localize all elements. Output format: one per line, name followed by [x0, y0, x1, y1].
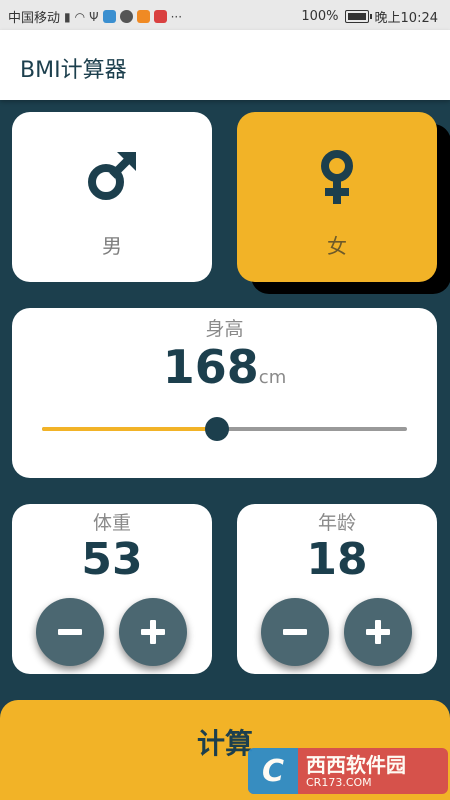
gender-card-female[interactable]: 女 — [237, 112, 437, 282]
age-label: 年龄 — [317, 512, 356, 534]
age-decrease-button[interactable] — [261, 598, 329, 666]
watermark-logo: C 西西软件园 CR173.COM — [248, 748, 448, 794]
age-card: 年龄 18 — [237, 504, 437, 674]
app-notification-icon — [153, 10, 167, 23]
slider-fill — [42, 427, 218, 431]
watermark-text: 西西软件园 CR173.COM — [298, 754, 406, 789]
age-value: 18 — [306, 534, 368, 585]
status-bar: 中国移动 ▮ ◠ Ψ ··· 100% 晚上10:24 — [0, 0, 450, 30]
more-notifications-icon: ··· — [170, 9, 183, 24]
male-label: 男 — [102, 234, 122, 258]
battery-icon — [344, 10, 372, 23]
weight-label: 体重 — [92, 512, 131, 534]
battery-percent: 100% — [301, 9, 339, 24]
height-value-row: 168cm — [12, 340, 437, 394]
female-label: 女 — [327, 234, 347, 258]
main-content: 男 女 身高 168cm 体重 53 年龄 18 计算 — [0, 100, 450, 800]
plus-icon — [366, 620, 390, 644]
wifi-icon: ◠ — [74, 9, 86, 24]
clock: 晚上10:24 — [374, 11, 438, 26]
weight-decrease-button[interactable] — [36, 598, 104, 666]
signal-icon: ▮ — [64, 9, 71, 24]
app-notification-icon — [136, 10, 150, 23]
height-unit: cm — [258, 367, 287, 388]
height-label: 身高 — [205, 318, 244, 340]
gender-card-male[interactable]: 男 — [12, 112, 212, 282]
watermark-name: 西西软件园 — [306, 752, 406, 777]
male-icon — [12, 148, 212, 204]
calculate-label: 计算 — [196, 728, 253, 759]
minus-icon — [58, 629, 82, 635]
minus-icon — [283, 629, 307, 635]
app-bar: BMI计算器 — [0, 30, 450, 100]
age-increase-button[interactable] — [344, 598, 412, 666]
height-value: 168 — [162, 340, 259, 394]
carrier-text: 中国移动 — [8, 11, 61, 26]
watermark-url: CR173.COM — [306, 775, 372, 789]
plus-icon — [141, 620, 165, 644]
status-left: 中国移动 ▮ ◠ Ψ ··· — [8, 7, 183, 27]
weight-increase-button[interactable] — [119, 598, 187, 666]
app-title: BMI计算器 — [20, 58, 127, 83]
app-notification-icon — [102, 10, 116, 23]
female-icon — [237, 148, 437, 204]
slider-thumb[interactable] — [205, 417, 230, 441]
status-right: 100% 晚上10:24 — [301, 7, 438, 26]
height-slider[interactable] — [42, 414, 407, 444]
app-notification-icon — [119, 10, 133, 23]
weight-card: 体重 53 — [12, 504, 212, 674]
watermark-c-icon: C — [248, 748, 298, 794]
height-card: 身高 168cm — [12, 308, 437, 478]
weight-value: 53 — [81, 534, 143, 585]
usb-icon: Ψ — [89, 9, 99, 24]
